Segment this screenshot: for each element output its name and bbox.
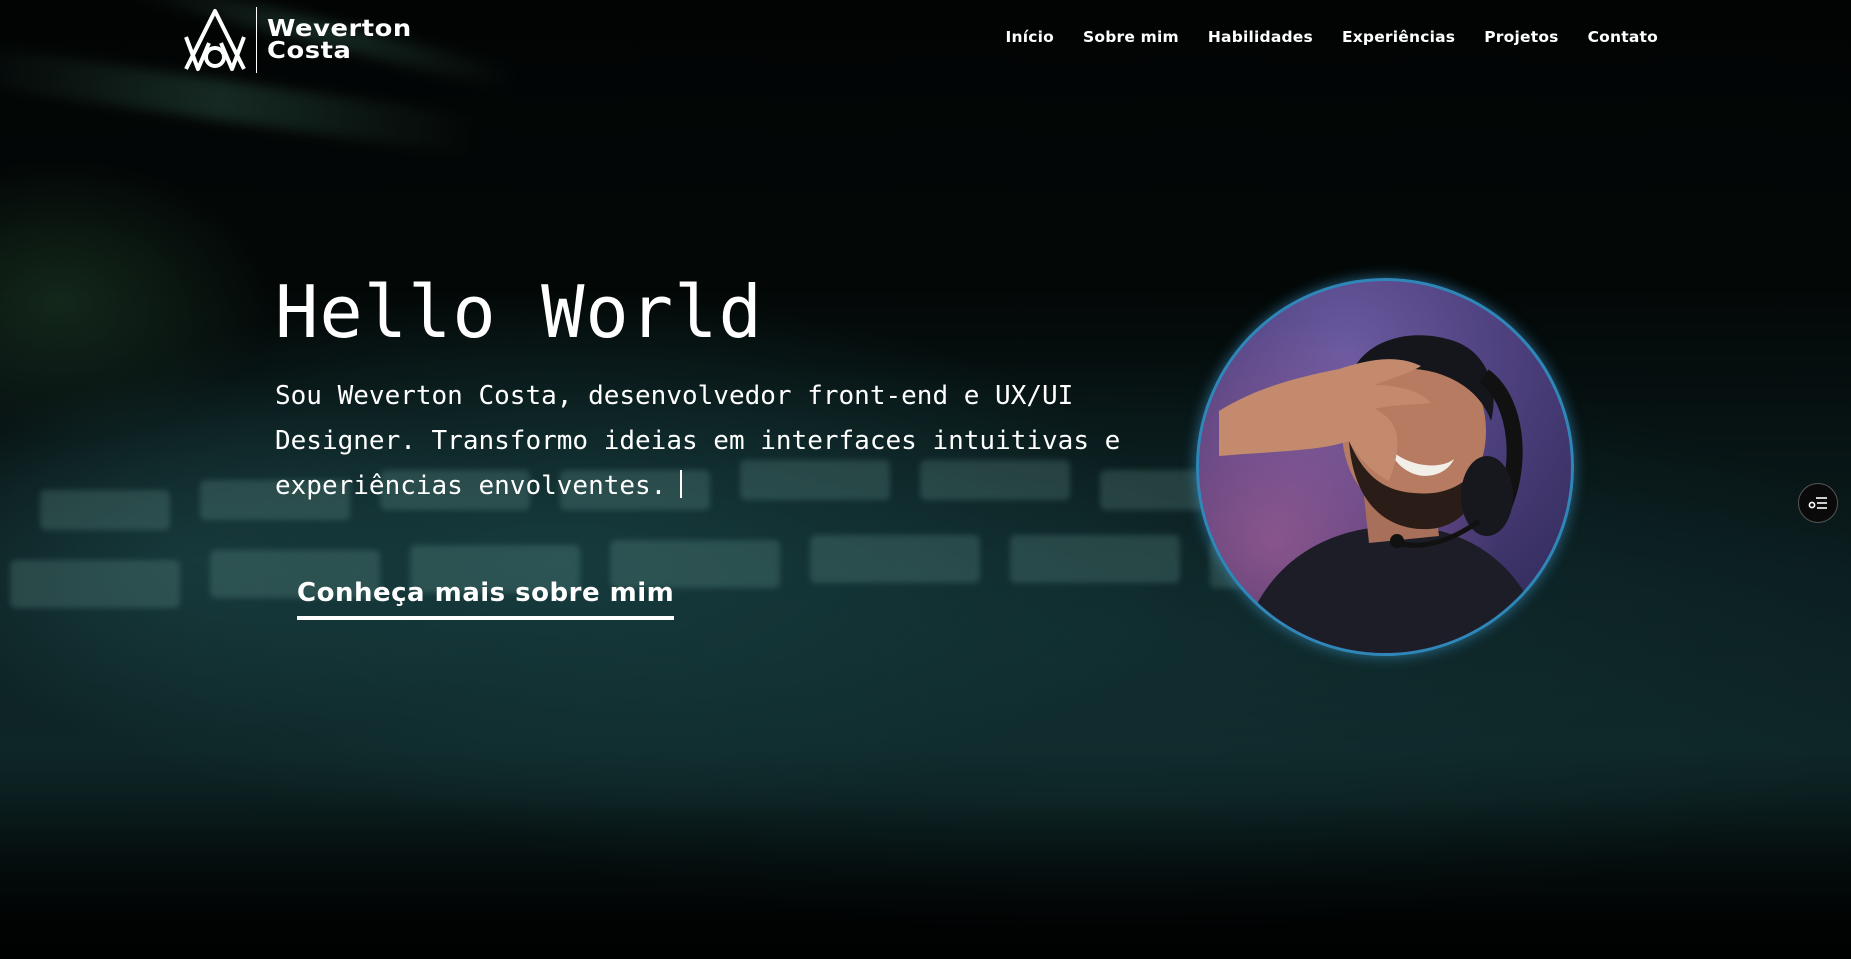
profile-photo	[1196, 278, 1574, 656]
brand-name-line1: Weverton	[267, 16, 412, 42]
hero-description: Sou Weverton Costa, desenvolvedor front-…	[275, 374, 1195, 509]
nav-item-inicio[interactable]: Início	[1006, 28, 1054, 46]
brand-logo[interactable]: Weverton Costa	[182, 6, 411, 74]
main-nav: Início Sobre mim Habilidades Experiência…	[1006, 28, 1658, 46]
nav-item-contato[interactable]: Contato	[1588, 28, 1658, 46]
hero-description-text: Sou Weverton Costa, desenvolvedor front-…	[275, 381, 1121, 501]
nav-item-projetos[interactable]: Projetos	[1484, 28, 1558, 46]
site-header: Weverton Costa Início Sobre mim Habilida…	[0, 0, 1851, 80]
wc-monogram-icon	[184, 9, 246, 71]
profile-photo-illustration	[1199, 281, 1571, 653]
brand-name: Weverton Costa	[267, 16, 412, 64]
accessibility-menu-button[interactable]	[1798, 483, 1838, 523]
hero-title: Hello World	[275, 270, 763, 354]
nav-item-sobre-mim[interactable]: Sobre mim	[1083, 28, 1179, 46]
typing-cursor	[680, 470, 683, 498]
logo-divider	[256, 7, 257, 73]
brand-name-line2: Costa	[267, 38, 352, 64]
nav-item-experiencias[interactable]: Experiências	[1342, 28, 1455, 46]
nav-item-habilidades[interactable]: Habilidades	[1208, 28, 1313, 46]
about-me-cta-link[interactable]: Conheça mais sobre mim	[297, 576, 675, 620]
settings-list-icon	[1808, 497, 1827, 509]
